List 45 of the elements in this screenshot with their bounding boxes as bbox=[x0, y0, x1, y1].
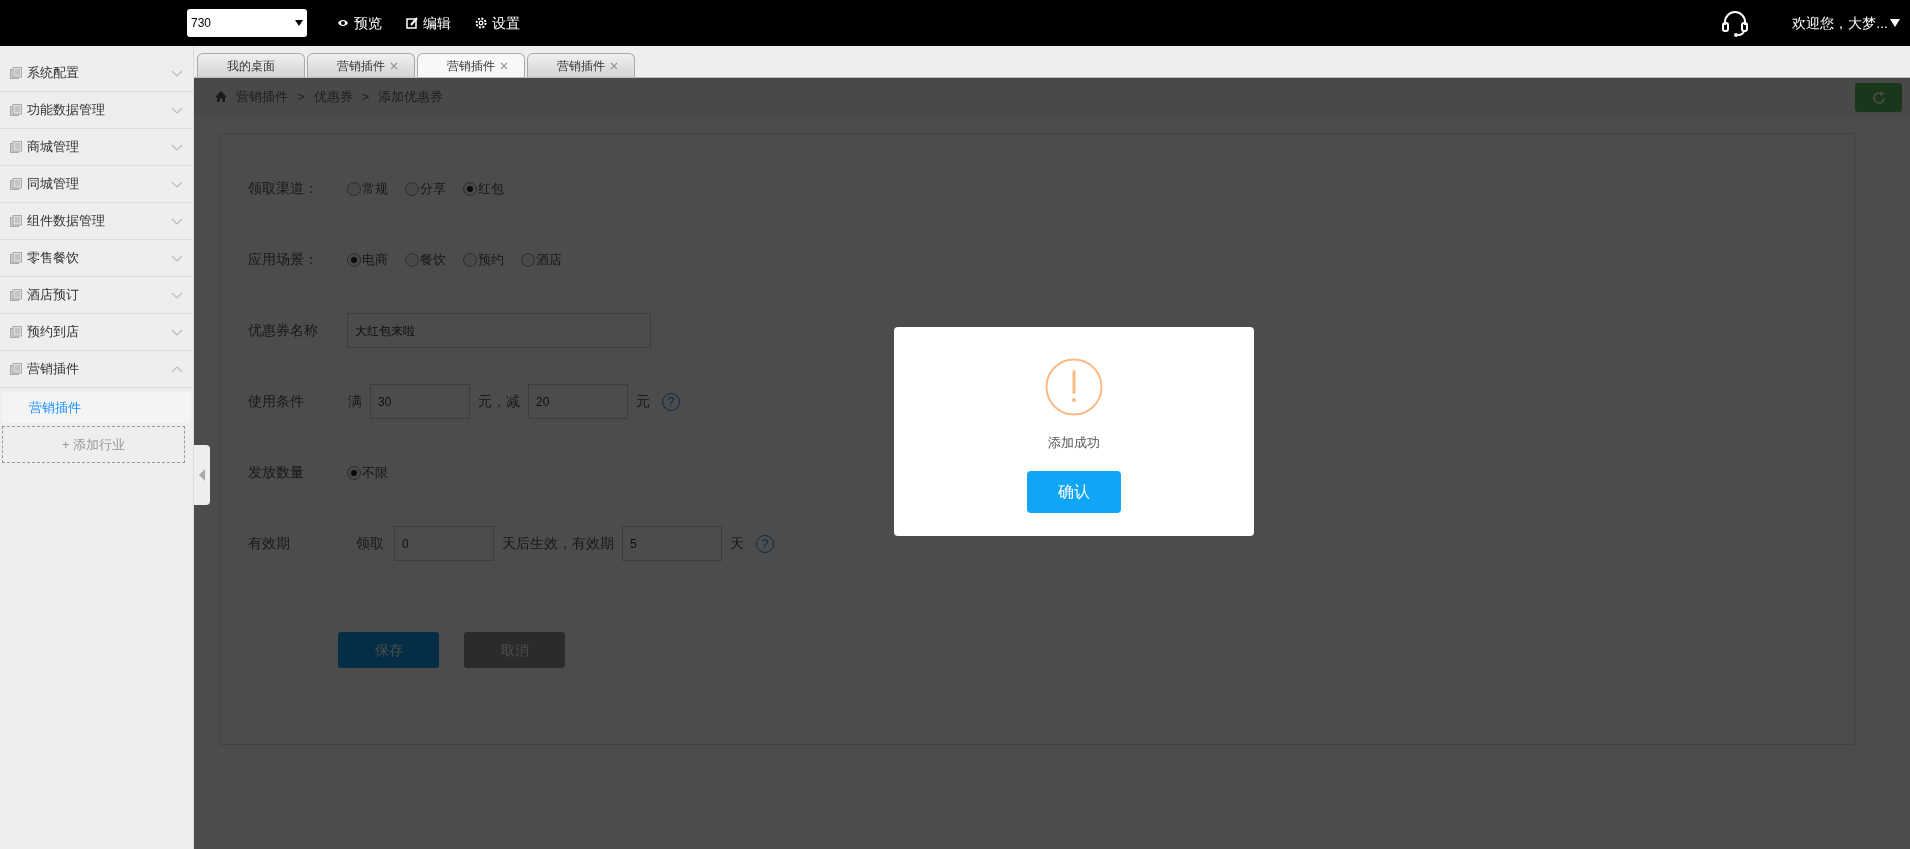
collapse-handle[interactable] bbox=[194, 445, 210, 505]
book-icon bbox=[10, 326, 22, 338]
sidebar-item[interactable]: 商城管理 bbox=[0, 129, 193, 166]
sidebar-item[interactable]: 功能数据管理 bbox=[0, 92, 193, 129]
sidebar-subitem[interactable]: 营销插件 bbox=[2, 392, 191, 423]
close-icon[interactable] bbox=[390, 61, 398, 70]
sidebar-item[interactable]: 预约到店 bbox=[0, 314, 193, 351]
caret-icon bbox=[1890, 19, 1900, 27]
tab[interactable]: 营销插件 bbox=[307, 53, 415, 77]
breadcrumb-text: > bbox=[361, 87, 370, 106]
toolbar-button[interactable]: 编辑 bbox=[406, 12, 451, 34]
sidebar-item[interactable]: 同城管理 bbox=[0, 166, 193, 203]
book-icon bbox=[10, 363, 22, 375]
tab[interactable]: 营销插件 bbox=[417, 53, 525, 77]
book-icon bbox=[10, 104, 22, 116]
sidebar-item[interactable]: 组件数据管理 bbox=[0, 203, 193, 240]
book-icon bbox=[10, 67, 22, 79]
close-icon[interactable] bbox=[500, 61, 508, 70]
headset-icon bbox=[1720, 8, 1751, 38]
sidebar-item[interactable]: 系统配置 bbox=[0, 55, 193, 92]
dialog-message: 添加成功 bbox=[1048, 434, 1100, 452]
edit-icon bbox=[406, 17, 418, 29]
sidebar-item[interactable]: 零售餐饮 bbox=[0, 240, 193, 277]
sidebar-item[interactable]: 酒店预订 bbox=[0, 277, 193, 314]
book-icon bbox=[10, 289, 22, 301]
add-industry-button[interactable]: + 添加行业 bbox=[2, 426, 185, 463]
settings-icon bbox=[475, 17, 487, 29]
toolbar-button[interactable]: 预览 bbox=[337, 12, 382, 34]
book-icon bbox=[10, 215, 22, 227]
toolbar-button[interactable]: 设置 bbox=[475, 12, 520, 34]
warning-icon bbox=[1045, 358, 1103, 416]
book-icon bbox=[10, 141, 22, 153]
tab[interactable]: 我的桌面 bbox=[197, 53, 305, 77]
confirm-button[interactable]: 确认 bbox=[1027, 470, 1121, 513]
book-icon bbox=[10, 178, 22, 190]
caret-left-icon bbox=[199, 469, 205, 481]
sidebar-item[interactable]: 营销插件 bbox=[0, 351, 193, 388]
caret-icon bbox=[295, 20, 303, 26]
tab[interactable]: 营销插件 bbox=[527, 53, 635, 77]
store-select[interactable]: 730 bbox=[187, 9, 307, 37]
user-menu[interactable]: 欢迎您，大梦... bbox=[1792, 12, 1900, 34]
breadcrumb-text: > bbox=[297, 87, 305, 106]
close-icon[interactable] bbox=[610, 61, 618, 70]
eye-icon bbox=[337, 17, 349, 29]
book-icon bbox=[10, 252, 22, 264]
